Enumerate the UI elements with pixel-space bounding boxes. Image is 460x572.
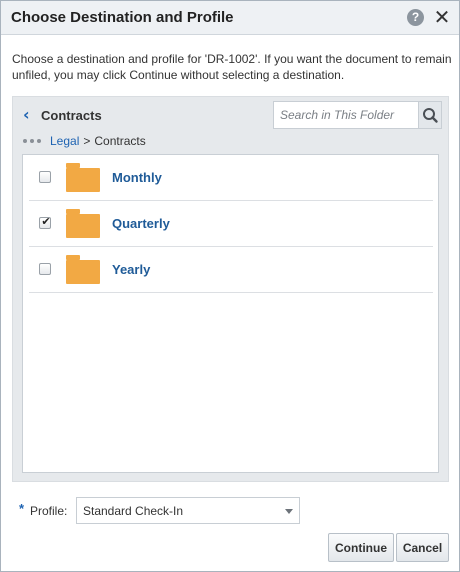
search-input[interactable] — [273, 101, 419, 129]
folder-row-yearly[interactable]: Yearly — [29, 247, 433, 293]
checkbox-monthly[interactable] — [39, 171, 51, 183]
dialog-titlebar: Choose Destination and Profile ? ✕ — [1, 1, 459, 35]
instructions-text: Choose a destination and profile for 'DR… — [12, 52, 452, 82]
checkbox-yearly[interactable] — [39, 263, 51, 275]
more-ellipsis-icon[interactable] — [23, 139, 41, 143]
search-button[interactable] — [418, 101, 442, 129]
cancel-button[interactable]: Cancel — [396, 533, 449, 562]
folder-icon — [66, 209, 100, 238]
folder-row-monthly[interactable]: Monthly — [29, 155, 433, 201]
folder-row-quarterly[interactable]: ✔ Quarterly — [29, 201, 433, 247]
chevron-left-icon: ‹ — [23, 105, 30, 124]
close-icon[interactable]: ✕ — [433, 6, 451, 28]
checkmark-icon: ✔ — [41, 215, 51, 228]
choose-destination-dialog: Choose Destination and Profile ? ✕ Choos… — [0, 0, 460, 572]
folder-browser-panel: ‹ Contracts Legal > Contracts — [12, 96, 449, 482]
breadcrumb: Legal > Contracts — [23, 133, 146, 149]
breadcrumb-separator: > — [83, 134, 91, 148]
folder-link-monthly[interactable]: Monthly — [112, 170, 162, 185]
required-marker: * — [19, 501, 25, 516]
back-to-parent-link[interactable]: ‹ Contracts — [23, 106, 102, 124]
profile-selected-value: Standard Check-In — [83, 504, 184, 518]
current-folder-title: Contracts — [41, 107, 102, 123]
breadcrumb-link-legal[interactable]: Legal — [50, 134, 79, 148]
folder-icon — [66, 163, 100, 192]
folder-list: Monthly ✔ Quarterly Yearly — [22, 154, 439, 473]
search-icon — [423, 108, 438, 123]
continue-button[interactable]: Continue — [328, 533, 394, 562]
chevron-down-icon — [285, 509, 293, 514]
folder-link-quarterly[interactable]: Quarterly — [112, 216, 170, 231]
folder-icon — [66, 255, 100, 284]
breadcrumb-current: Contracts — [94, 134, 146, 148]
profile-select[interactable]: Standard Check-In — [76, 497, 300, 524]
folder-link-yearly[interactable]: Yearly — [112, 262, 150, 277]
checkbox-quarterly[interactable]: ✔ — [39, 215, 51, 229]
dialog-title: Choose Destination and Profile — [11, 9, 234, 26]
help-icon[interactable]: ? — [407, 9, 424, 26]
profile-label: Profile: — [30, 504, 68, 518]
